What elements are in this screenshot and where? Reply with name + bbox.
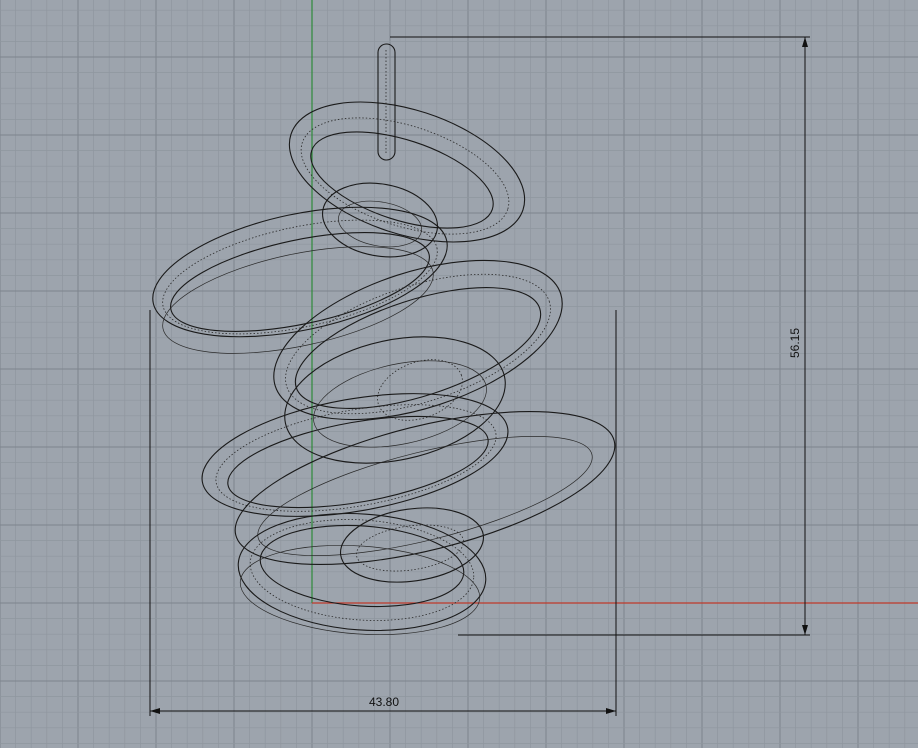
coil-middle xyxy=(273,259,563,464)
cad-viewport[interactable]: 56.15 43.80 xyxy=(0,0,918,748)
coil-bottom xyxy=(237,507,487,636)
top-pin xyxy=(377,43,396,161)
viewport-canvas[interactable]: 56.15 43.80 xyxy=(0,0,918,748)
width-dimension-label: 43.80 xyxy=(369,695,399,709)
height-dimension-label: 56.15 xyxy=(788,328,802,358)
spring-wireframe-model[interactable] xyxy=(141,43,629,642)
construction-grid xyxy=(0,0,918,748)
